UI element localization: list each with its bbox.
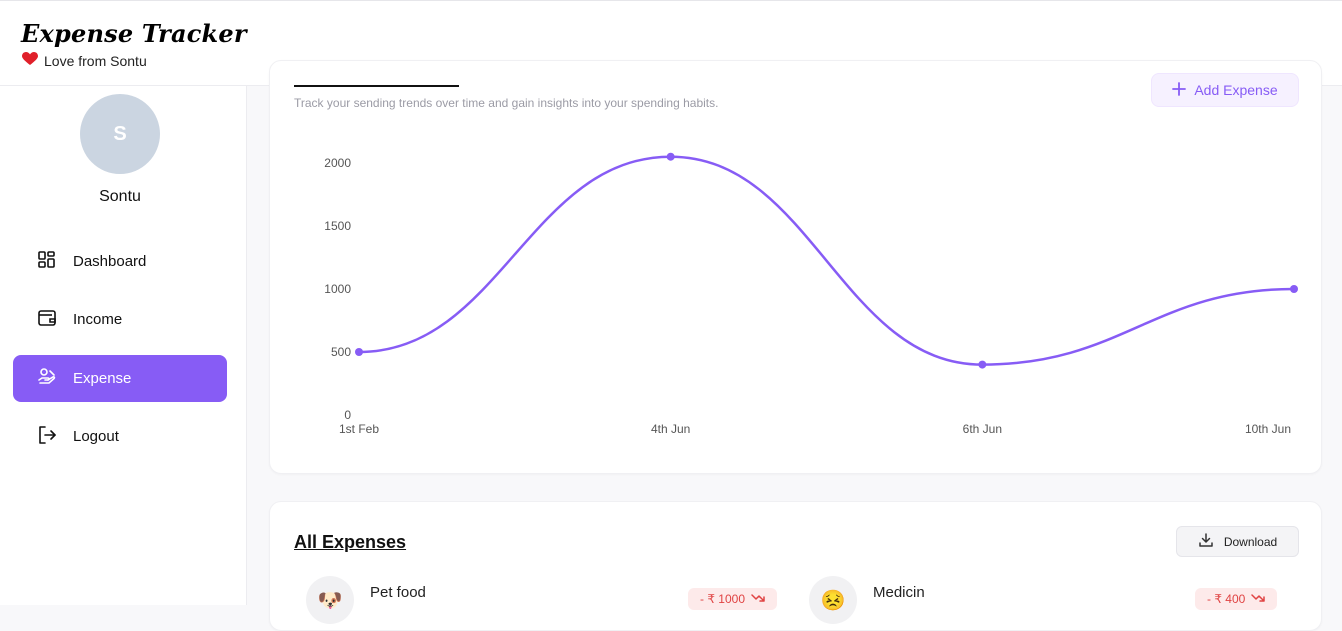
app-brand: Expense Tracker: [21, 19, 247, 48]
wallet-icon: [37, 308, 57, 332]
trend-down-icon: [1251, 592, 1266, 606]
user-name: Sontu: [99, 188, 141, 205]
sidebar-item-label: Income: [73, 311, 123, 328]
download-label: Download: [1223, 534, 1278, 549]
y-tick-label: 0: [344, 408, 351, 422]
data-point[interactable]: [355, 348, 363, 356]
expense-amount-badge: - ₹ 400: [1195, 588, 1278, 610]
x-tick-label: 10th Jun: [1245, 422, 1291, 436]
avatar-initial: S: [113, 122, 127, 145]
y-tick-label: 1000: [324, 282, 351, 296]
dashboard-icon: [37, 250, 57, 274]
expense-emoji-icon: 😣: [809, 576, 857, 624]
x-tick-label: 4th Jun: [651, 422, 690, 436]
sidebar-item-income[interactable]: Income: [13, 296, 227, 343]
expense-name: Pet food: [370, 584, 426, 601]
expense-overview-card: Track your sending trends over time and …: [269, 60, 1322, 474]
download-icon: [1198, 532, 1214, 551]
all-expenses-card: All Expenses Download 🐶 Pet food - ₹ 100…: [269, 501, 1322, 631]
expense-name: Medicin: [873, 584, 925, 601]
expense-amount: - ₹ 1000: [700, 592, 745, 606]
expense-item[interactable]: 😣 Medicin - ₹ 400: [809, 576, 1287, 624]
expense-emoji-icon: 🐶: [306, 576, 354, 624]
sidebar-item-label: Dashboard: [73, 253, 147, 270]
tagline: Love from Sontu: [22, 52, 147, 69]
data-point[interactable]: [666, 152, 675, 161]
sidebar-item-dashboard[interactable]: Dashboard: [13, 238, 227, 285]
expense-hand-icon: [37, 367, 57, 391]
y-tick-label: 500: [331, 345, 351, 359]
x-tick-label: 1st Feb: [339, 422, 379, 436]
sidebar-item-expense[interactable]: Expense: [13, 355, 227, 402]
avatar: S: [80, 94, 160, 174]
tagline-text: Love from Sontu: [44, 52, 147, 69]
sidebar-item-label: Expense: [73, 370, 132, 387]
expense-amount: - ₹ 400: [1207, 592, 1246, 606]
all-expenses-title: All Expenses: [294, 532, 407, 552]
y-tick-label: 1500: [324, 219, 351, 233]
download-button[interactable]: Download: [1176, 526, 1299, 557]
heart-icon: [22, 52, 38, 69]
y-tick-label: 2000: [324, 156, 351, 170]
expense-item[interactable]: 🐶 Pet food - ₹ 1000: [306, 576, 784, 624]
trend-down-icon: [751, 592, 765, 606]
sidebar-item-logout[interactable]: Logout: [13, 413, 227, 460]
data-point[interactable]: [978, 360, 987, 369]
expense-amount-badge: - ₹ 1000: [688, 588, 777, 610]
x-tick-label: 6th Jun: [963, 422, 1002, 436]
logout-icon: [37, 425, 57, 449]
sidebar: S Sontu Dashboard Income Expense Logout: [0, 86, 247, 605]
sidebar-item-label: Logout: [73, 428, 119, 445]
expense-line-chart: 0 500 1000 1500 2000 1st Feb 4th Jun 6th Jun 10t…: [324, 152, 1298, 436]
data-point[interactable]: [1290, 285, 1298, 293]
series-line: [358, 155, 1295, 366]
